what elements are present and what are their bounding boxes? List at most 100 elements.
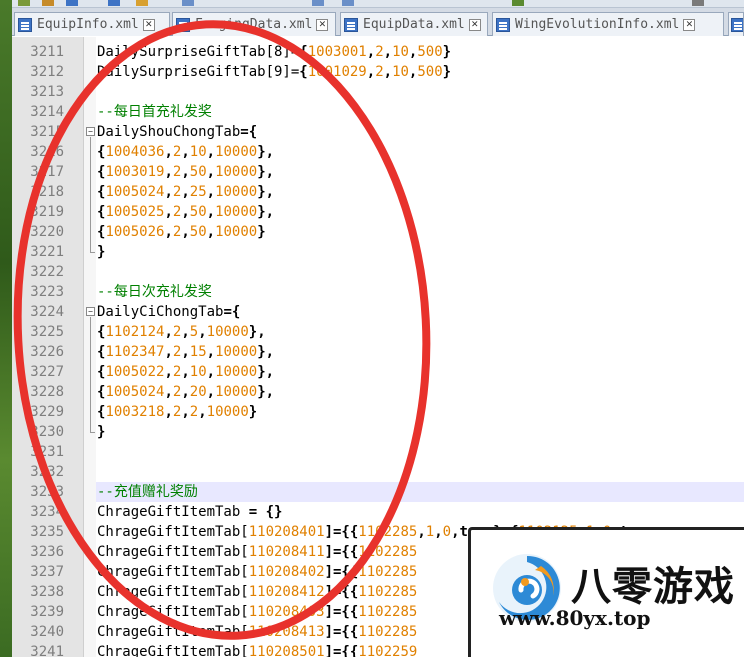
line-number[interactable]: 3216 [12, 142, 64, 162]
line-number[interactable]: 3235 [12, 522, 64, 542]
line-number[interactable]: 3237 [12, 562, 64, 582]
line-number[interactable]: 3231 [12, 442, 64, 462]
line-number[interactable]: 3218 [12, 182, 64, 202]
toolbar-print-icon[interactable] [136, 0, 148, 6]
code-line[interactable]: {1003019,2,50,10000}, [97, 162, 274, 182]
toolbar-save-icon[interactable] [66, 0, 78, 6]
code-line[interactable]: --每日次充礼发奖 [97, 282, 212, 302]
tab-wingevolutioninfo[interactable]: WingEvolutionInfo.xml ✕ [492, 12, 724, 36]
code-token-num: 10000 [215, 184, 258, 200]
code-token-num: 1005024 [105, 184, 165, 200]
code-line[interactable]: DailySurpriseGiftTab[8]={1003001,2,10,50… [97, 42, 451, 62]
code-line[interactable]: DailyShouChongTab={ [97, 122, 257, 142]
code-token-op: ]={{ [324, 544, 359, 560]
code-line[interactable]: ChrageGiftItemTab = {} [97, 502, 282, 522]
code-token-num: 110208411 [248, 544, 325, 560]
tab-forgingdata[interactable]: ForgingData.xml ✕ [172, 12, 336, 36]
toolbar-zoom-icon[interactable] [692, 0, 704, 6]
code-token-num: 110208413 [248, 624, 325, 640]
code-token-op: , [164, 364, 173, 380]
code-token-op: } [97, 244, 106, 260]
code-line[interactable]: } [97, 422, 105, 442]
line-number[interactable]: 3211 [12, 42, 64, 62]
line-number[interactable]: 3229 [12, 402, 64, 422]
code-token-num: 110208501 [248, 644, 325, 657]
line-number[interactable]: 3219 [12, 202, 64, 222]
code-line[interactable]: {1005024,2,20,10000}, [97, 382, 274, 402]
line-number[interactable]: 3213 [12, 82, 64, 102]
toolbar-open-icon[interactable] [42, 0, 54, 6]
toolbar-redo-icon[interactable] [342, 0, 354, 6]
code-token-num: 500 [417, 64, 443, 80]
toolbar-find-icon[interactable] [512, 0, 524, 6]
line-number[interactable]: 3222 [12, 262, 64, 282]
close-tab-icon[interactable]: ✕ [142, 18, 155, 31]
code-line[interactable]: ChrageGiftItemTab[110208402]={{1102285 [97, 562, 417, 582]
line-number[interactable]: 3215 [12, 122, 64, 142]
line-number[interactable]: 3238 [12, 582, 64, 602]
code-token-op: , [181, 204, 190, 220]
code-line[interactable]: ChrageGiftItemTab[110208403]={{1102285 [97, 602, 417, 622]
watermark-url: www.80yx.top [499, 606, 651, 630]
fold-toggle-icon[interactable]: − [86, 127, 95, 136]
close-tab-icon[interactable]: ✕ [316, 18, 329, 31]
tab-equipinfo[interactable]: EquipInfo.xml ✕ [14, 12, 170, 36]
code-token-op: , [164, 164, 173, 180]
line-number[interactable]: 3226 [12, 342, 64, 362]
line-number[interactable]: 3232 [12, 462, 64, 482]
code-token-op: , [206, 164, 216, 180]
line-number[interactable]: 3234 [12, 502, 64, 522]
fold-toggle-icon[interactable]: − [86, 307, 95, 316]
code-line[interactable]: ChrageGiftItemTab[110208501]={{1102259 [97, 642, 417, 657]
line-number[interactable]: 3228 [12, 382, 64, 402]
close-tab-icon[interactable]: ✕ [683, 18, 696, 31]
line-number[interactable]: 3239 [12, 602, 64, 622]
code-line[interactable]: ChrageGiftItemTab[110208412]={{1102285 [97, 582, 417, 602]
code-line[interactable]: ChrageGiftItemTab[110208413]={{1102285 [97, 622, 417, 642]
code-token-op: }, [257, 344, 275, 360]
line-number[interactable]: 3236 [12, 542, 64, 562]
close-tab-icon[interactable]: ✕ [468, 18, 481, 31]
tab-label: EquipInfo.xml [37, 17, 139, 32]
code-line[interactable]: } [97, 242, 105, 262]
code-line[interactable]: {1102347,2,15,10000}, [97, 342, 274, 362]
code-token-op: , [181, 224, 190, 240]
line-number[interactable]: 3241 [12, 642, 64, 657]
tab-equipdata[interactable]: EquipData.xml ✕ [340, 12, 488, 36]
code-line[interactable]: ChrageGiftItemTab[110208411]={{1102285 [97, 542, 417, 562]
line-number[interactable]: 3220 [12, 222, 64, 242]
line-number[interactable]: 3214 [12, 102, 64, 122]
code-line[interactable]: {1102124,2,5,10000}, [97, 322, 266, 342]
toolbar-close-icon[interactable] [108, 0, 120, 6]
code-line[interactable]: {1004036,2,10,10000}, [97, 142, 274, 162]
line-number[interactable]: 3223 [12, 282, 64, 302]
toolbar-cut-icon[interactable] [182, 0, 194, 6]
code-token-op: , [206, 204, 216, 220]
current-code-line[interactable]: --充值赠礼奖励 [96, 482, 744, 502]
line-number[interactable]: 3212 [12, 62, 64, 82]
code-token-num: 110208401 [248, 524, 325, 540]
toolbar-new-icon[interactable] [18, 0, 30, 6]
line-number[interactable]: 3240 [12, 622, 64, 642]
line-number[interactable]: 3230 [12, 422, 64, 442]
tab-overflow[interactable]: W [728, 12, 744, 36]
code-line[interactable]: {1005022,2,10,10000}, [97, 362, 274, 382]
code-token-num: 25 [189, 184, 207, 200]
code-line[interactable]: {1005025,2,50,10000}, [97, 202, 274, 222]
line-number[interactable]: 3233 [12, 482, 64, 502]
code-token-num: 10000 [215, 384, 258, 400]
toolbar-undo-icon[interactable] [312, 0, 324, 6]
line-number[interactable]: 3221 [12, 242, 64, 262]
code-line[interactable]: DailyCiChongTab={ [97, 302, 240, 322]
code-line[interactable]: DailySurpriseGiftTab[9]={1001029,2,10,50… [97, 62, 451, 82]
code-token-op: , [198, 404, 207, 420]
code-line[interactable]: --每日首充礼发奖 [97, 102, 212, 122]
code-line[interactable]: {1003218,2,2,10000} [97, 402, 257, 422]
code-line[interactable]: {1005026,2,50,10000} [97, 222, 266, 242]
line-number[interactable]: 3225 [12, 322, 64, 342]
line-number[interactable]: 3217 [12, 162, 64, 182]
line-number[interactable]: 3227 [12, 362, 64, 382]
code-token-op: , [366, 64, 376, 80]
code-line[interactable]: {1005024,2,25,10000}, [97, 182, 274, 202]
line-number[interactable]: 3224 [12, 302, 64, 322]
